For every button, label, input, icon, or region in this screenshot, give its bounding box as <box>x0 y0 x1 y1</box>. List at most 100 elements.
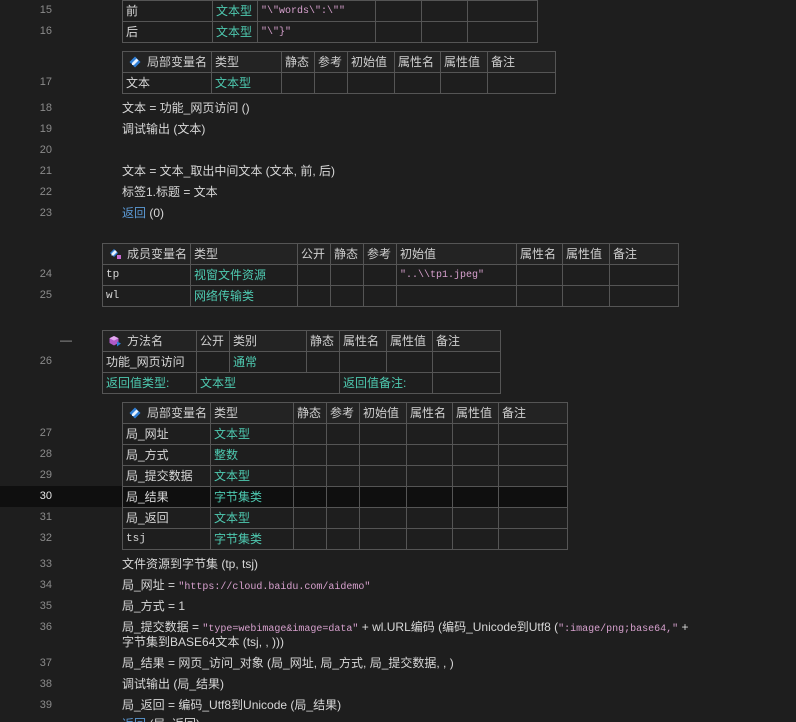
method-name-cell[interactable]: 功能_网页访问 <box>102 351 197 373</box>
initial-value-cell[interactable] <box>359 486 407 508</box>
variable-type-cell[interactable]: 文本型 <box>211 72 282 94</box>
attribute-value-cell[interactable] <box>452 444 499 466</box>
attribute-name-cell[interactable] <box>406 486 453 508</box>
variable-name-cell[interactable]: 局_方式 <box>122 444 211 466</box>
reference-cell[interactable] <box>363 285 397 307</box>
public-cell[interactable] <box>297 264 331 286</box>
variable-name-cell[interactable]: 局_网址 <box>122 423 211 445</box>
initial-value-cell[interactable] <box>359 465 407 487</box>
reference-cell[interactable] <box>326 528 360 550</box>
static-cell[interactable] <box>330 264 364 286</box>
code-line[interactable]: 调试输出 (局_结果) <box>122 674 224 695</box>
attribute-name-cell[interactable] <box>516 264 563 286</box>
reference-cell[interactable] <box>326 444 360 466</box>
initial-value-cell[interactable] <box>359 444 407 466</box>
attribute-name-cell[interactable] <box>406 465 453 487</box>
variable-type-cell[interactable]: 网络传输类 <box>190 285 298 307</box>
attribute-value-cell[interactable] <box>452 507 499 529</box>
reference-cell[interactable] <box>326 507 360 529</box>
code-line[interactable]: 调试输出 (文本) <box>122 119 205 140</box>
attribute-name-cell[interactable] <box>406 507 453 529</box>
static-cell[interactable] <box>293 444 327 466</box>
attribute-value-cell[interactable] <box>452 465 499 487</box>
variable-name-cell[interactable]: 文本 <box>122 72 212 94</box>
note-cell[interactable] <box>498 486 568 508</box>
variable-name-cell[interactable]: 局_结果 <box>122 486 211 508</box>
note-cell[interactable] <box>487 72 556 94</box>
static-cell[interactable] <box>330 285 364 307</box>
return-note-cell[interactable] <box>432 372 501 394</box>
note-cell[interactable] <box>498 444 568 466</box>
initial-value-cell[interactable] <box>359 528 407 550</box>
variable-name-cell[interactable]: tp <box>102 264 191 286</box>
variable-type-cell[interactable]: 视窗文件资源 <box>190 264 298 286</box>
return-type-cell[interactable]: 文本型 <box>196 372 340 394</box>
attribute-value-cell[interactable] <box>452 528 499 550</box>
reference-cell[interactable] <box>314 72 348 94</box>
code-line[interactable]: 局_提交数据 = "type=webimage&image=data" + wl… <box>122 620 688 635</box>
attribute-value-cell[interactable] <box>562 264 610 286</box>
fold-collapse-icon[interactable]: — <box>58 330 74 351</box>
attribute-name-cell[interactable] <box>406 444 453 466</box>
parameter-empty-cell[interactable] <box>421 21 468 43</box>
note-cell[interactable] <box>498 507 568 529</box>
code-line[interactable]: 局_方式 = 1 <box>122 596 185 617</box>
note-cell[interactable] <box>432 351 501 373</box>
attribute-value-cell[interactable] <box>452 486 499 508</box>
code-line[interactable]: 局_返回 = 编码_Utf8到Unicode (局_结果) <box>122 695 341 716</box>
attribute-name-cell[interactable] <box>339 351 387 373</box>
static-cell[interactable] <box>281 72 315 94</box>
code-line[interactable]: 文本 = 功能_网页访问 () <box>122 98 250 119</box>
attribute-name-cell[interactable] <box>394 72 441 94</box>
parameter-type-cell[interactable]: 文本型 <box>212 0 258 22</box>
attribute-value-cell[interactable] <box>452 423 499 445</box>
initial-value-cell[interactable]: "..\\tp1.jpeg" <box>396 264 517 286</box>
note-cell[interactable] <box>609 285 679 307</box>
initial-value-cell[interactable] <box>359 507 407 529</box>
variable-type-cell[interactable]: 字节集类 <box>210 486 294 508</box>
note-cell[interactable] <box>498 528 568 550</box>
note-cell[interactable] <box>498 423 568 445</box>
variable-type-cell[interactable]: 文本型 <box>210 423 294 445</box>
static-cell[interactable] <box>293 423 327 445</box>
variable-name-cell[interactable]: 局_返回 <box>122 507 211 529</box>
attribute-value-cell[interactable] <box>440 72 488 94</box>
initial-value-cell[interactable] <box>359 423 407 445</box>
parameter-empty-cell[interactable] <box>375 0 422 22</box>
attribute-name-cell[interactable] <box>516 285 563 307</box>
attribute-value-cell[interactable] <box>386 351 433 373</box>
code-line-partial[interactable]: 返回 (局_返回) <box>122 716 200 722</box>
reference-cell[interactable] <box>363 264 397 286</box>
static-cell[interactable] <box>293 465 327 487</box>
variable-name-cell[interactable]: tsj <box>122 528 211 550</box>
note-cell[interactable] <box>609 264 679 286</box>
code-line[interactable]: 文本 = 文本_取出中间文本 (文本, 前, 后) <box>122 161 335 182</box>
static-cell[interactable] <box>306 351 340 373</box>
code-line[interactable]: 文件资源到字节集 (tp, tsj) <box>122 554 258 575</box>
reference-cell[interactable] <box>326 465 360 487</box>
category-cell[interactable]: 通常 <box>229 351 307 373</box>
code-line[interactable]: 标签1.标题 = 文本 <box>122 182 218 203</box>
parameter-type-cell[interactable]: 文本型 <box>212 21 258 43</box>
code-line[interactable]: 返回 (0) <box>122 203 164 224</box>
parameter-value-cell[interactable]: "\"}" <box>257 21 376 43</box>
public-cell[interactable] <box>297 285 331 307</box>
attribute-name-cell[interactable] <box>406 528 453 550</box>
parameter-empty-cell[interactable] <box>375 21 422 43</box>
parameter-name-cell[interactable]: 后 <box>122 21 213 43</box>
reference-cell[interactable] <box>326 423 360 445</box>
code-line-continuation[interactable]: 字节集到BASE64文本 (tsj, , ))) <box>122 635 284 650</box>
variable-type-cell[interactable]: 字节集类 <box>210 528 294 550</box>
variable-type-cell[interactable]: 整数 <box>210 444 294 466</box>
variable-type-cell[interactable]: 文本型 <box>210 507 294 529</box>
static-cell[interactable] <box>293 486 327 508</box>
initial-value-cell[interactable] <box>347 72 395 94</box>
note-cell[interactable] <box>498 465 568 487</box>
parameter-value-cell[interactable]: "\"words\":\"" <box>257 0 376 22</box>
parameter-empty-cell[interactable] <box>467 0 538 22</box>
parameter-empty-cell[interactable] <box>421 0 468 22</box>
initial-value-cell[interactable] <box>396 285 517 307</box>
code-line[interactable]: 局_结果 = 网页_访问_对象 (局_网址, 局_方式, 局_提交数据, , ) <box>122 653 454 674</box>
static-cell[interactable] <box>293 507 327 529</box>
variable-name-cell[interactable]: 局_提交数据 <box>122 465 211 487</box>
